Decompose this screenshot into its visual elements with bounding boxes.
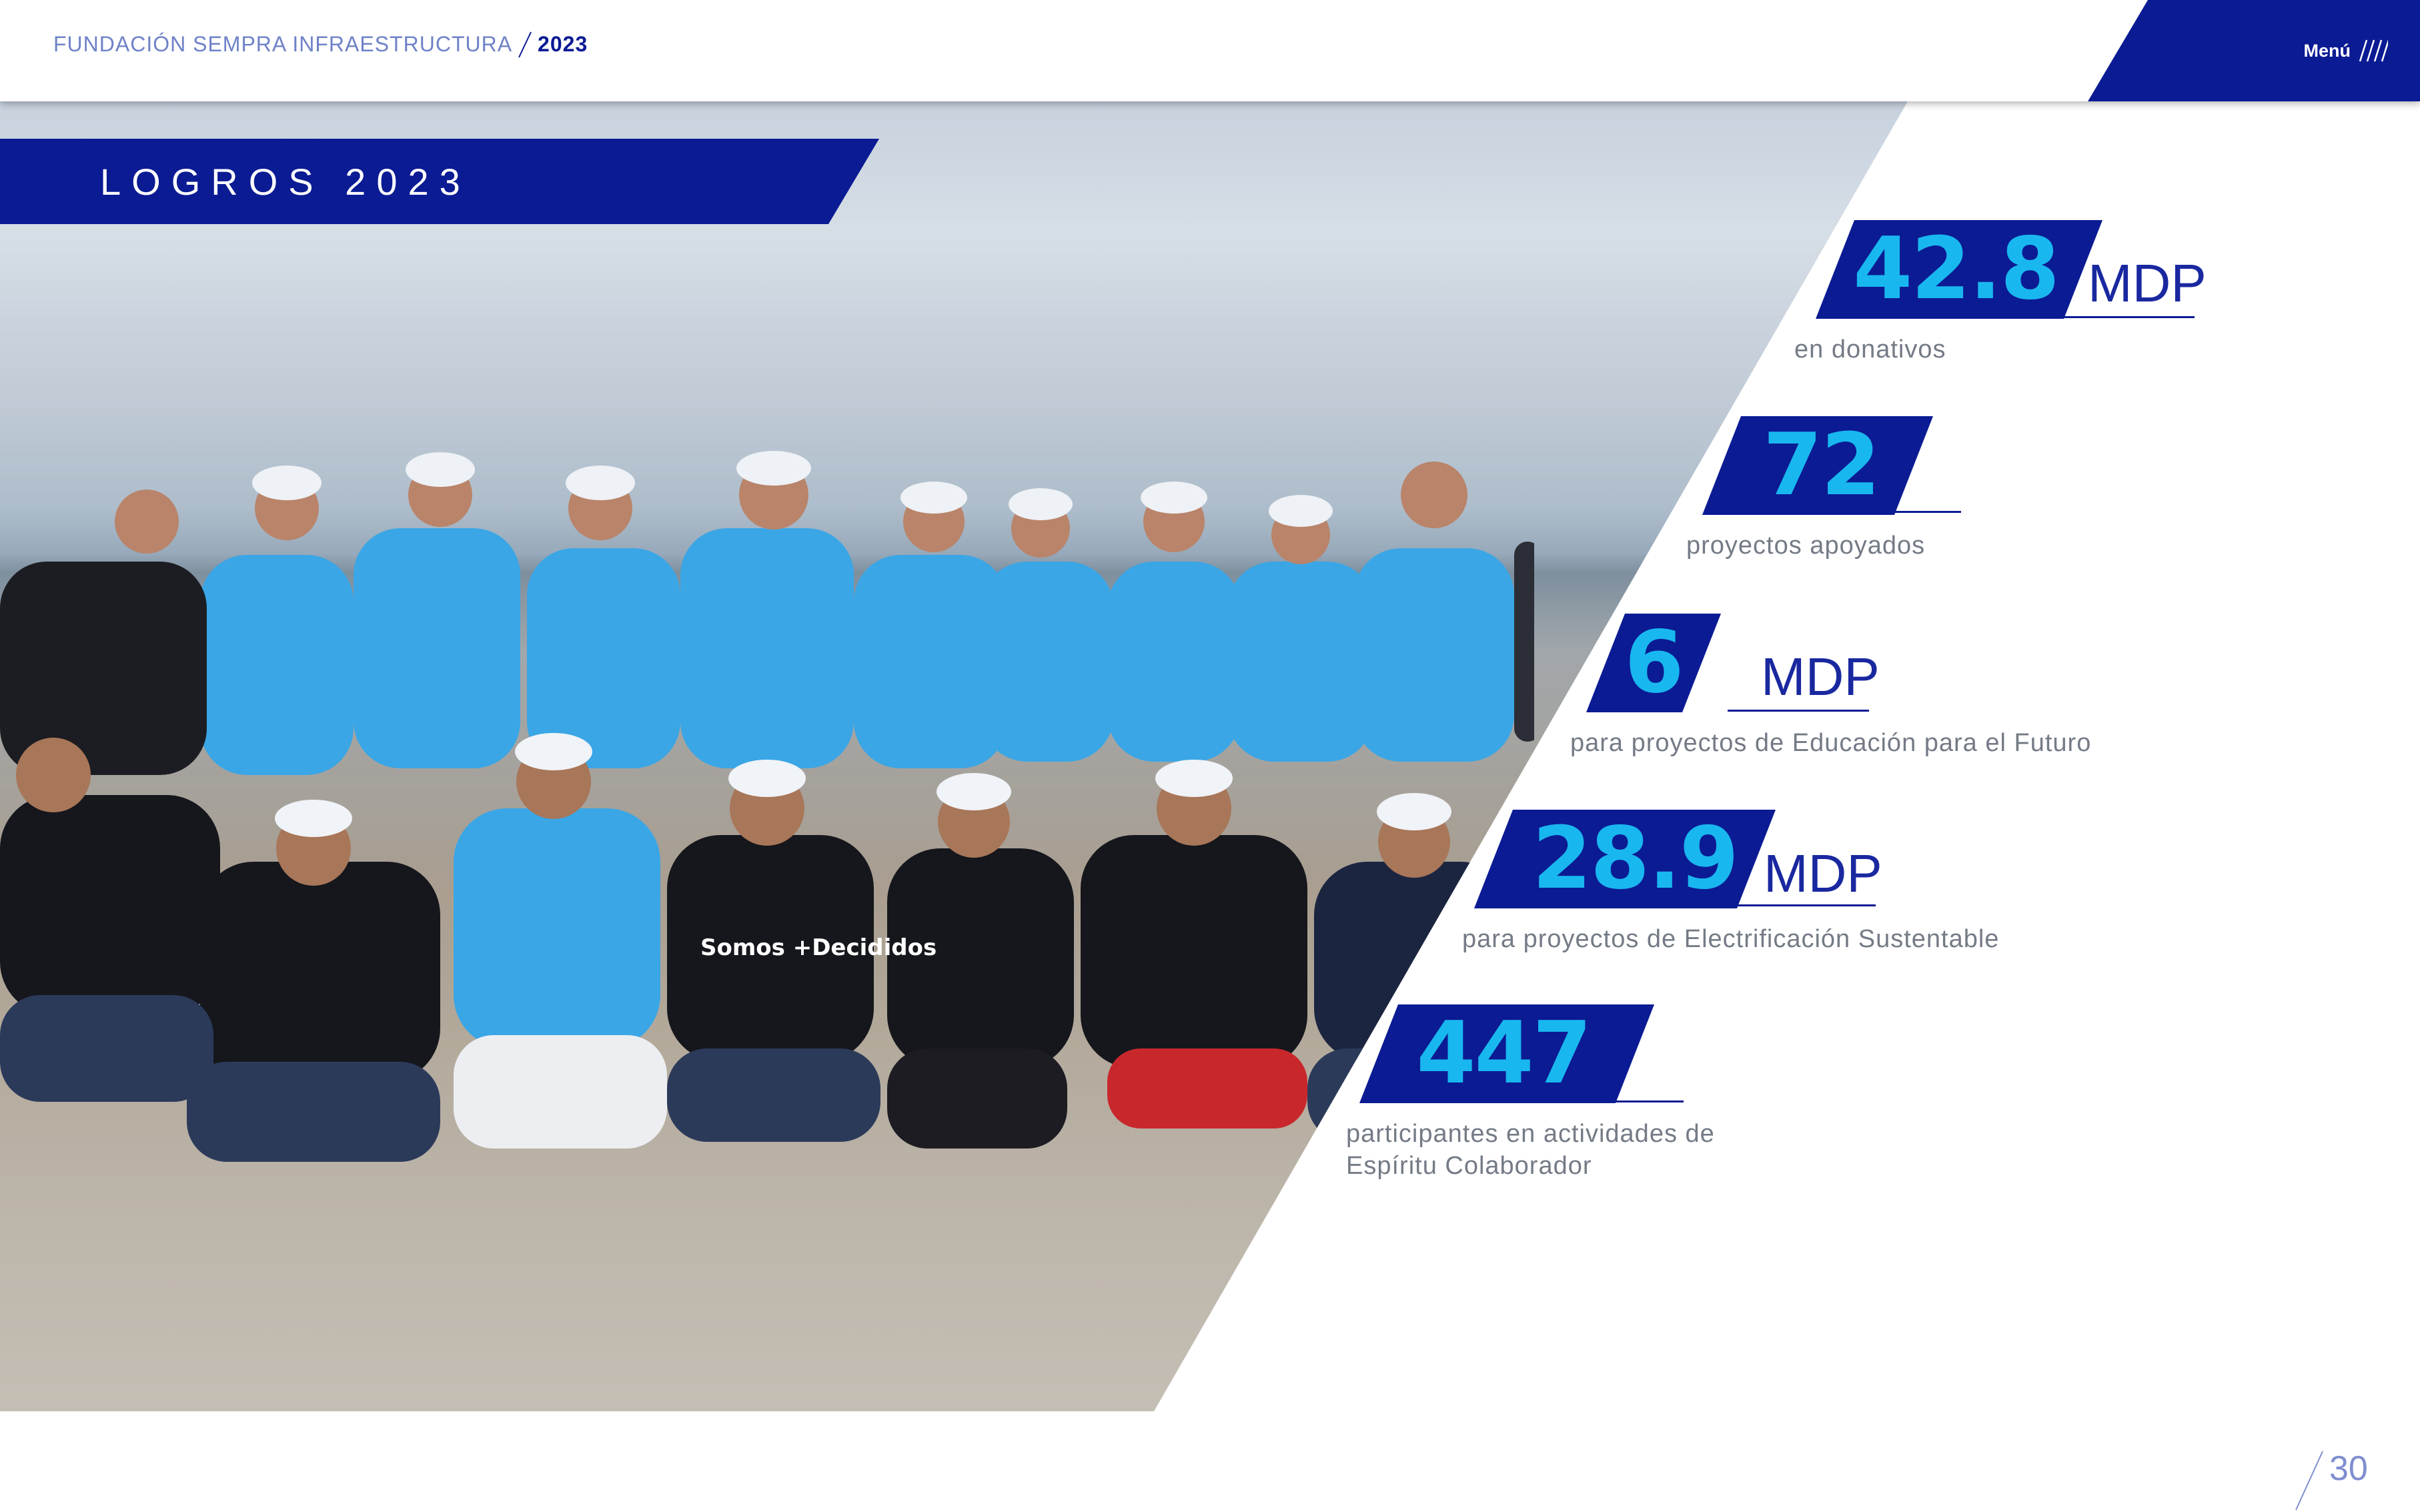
menu-label: Menú [2303, 40, 2351, 61]
breadcrumb: FUNDACIÓN SEMPRA INFRAESTRUCTURA 2023 [53, 29, 588, 59]
top-header: FUNDACIÓN SEMPRA INFRAESTRUCTURA 2023 Me… [0, 0, 2420, 101]
stat-underline [1888, 511, 1961, 513]
page-number: 30 [2329, 1449, 2368, 1488]
stat-underline [2054, 316, 2195, 318]
stat-underline [1728, 710, 1869, 712]
menu-slashes-icon [2359, 39, 2388, 62]
stat-underline [1614, 1100, 1684, 1102]
menu-button[interactable]: Menú [2088, 0, 2420, 101]
stat-3-value-box: 6 [1586, 614, 1721, 712]
organization-name: FUNDACIÓN SEMPRA INFRAESTRUCTURA [53, 31, 513, 56]
shirt-print: Somos +Decididos [700, 934, 937, 961]
volunteers-illustration: Somos +Decididos [0, 451, 1534, 1162]
shirt-print-text: Somos +Decididos [700, 934, 937, 961]
stat-label: en donativos [1794, 335, 1946, 363]
stat-value: 447 [1416, 1004, 1592, 1103]
section-title: LOGROS 2023 [100, 160, 471, 203]
stat-underline [1730, 904, 1876, 906]
stat-label: para proyectos de Educación para el Futu… [1570, 729, 2092, 757]
report-page: FUNDACIÓN SEMPRA INFRAESTRUCTURA 2023 Me… [0, 0, 2420, 1512]
stat-unit: MDP [1764, 844, 1882, 903]
report-year: 2023 [538, 31, 588, 56]
stat-value: 72 [1762, 416, 1880, 515]
stat-value: 42.8 [1853, 219, 2060, 319]
stat-label: participantes en actividades de [1346, 1120, 1715, 1148]
stat-label: Espíritu Colaborador [1346, 1152, 1592, 1180]
stat-label: proyectos apoyados [1686, 532, 1926, 560]
stat-unit: MDP [1761, 647, 1880, 706]
stat-4-value-box: 28.9 [1474, 810, 1776, 908]
page-slash-icon [2295, 1451, 2323, 1511]
stat-label: para proyectos de Electrificación Susten… [1462, 925, 2000, 953]
stat-value: 6 [1624, 613, 1684, 712]
stat-value: 28.9 [1532, 809, 1739, 908]
stat-1-value-box: 42.8 [1816, 220, 2102, 319]
section-title-banner: LOGROS 2023 [0, 139, 879, 224]
stat-5-value-box: 447 [1359, 1004, 1654, 1103]
stat-2-value-box: 72 [1702, 416, 1933, 515]
slash-divider-icon [518, 31, 532, 58]
stat-unit: MDP [2088, 253, 2207, 313]
